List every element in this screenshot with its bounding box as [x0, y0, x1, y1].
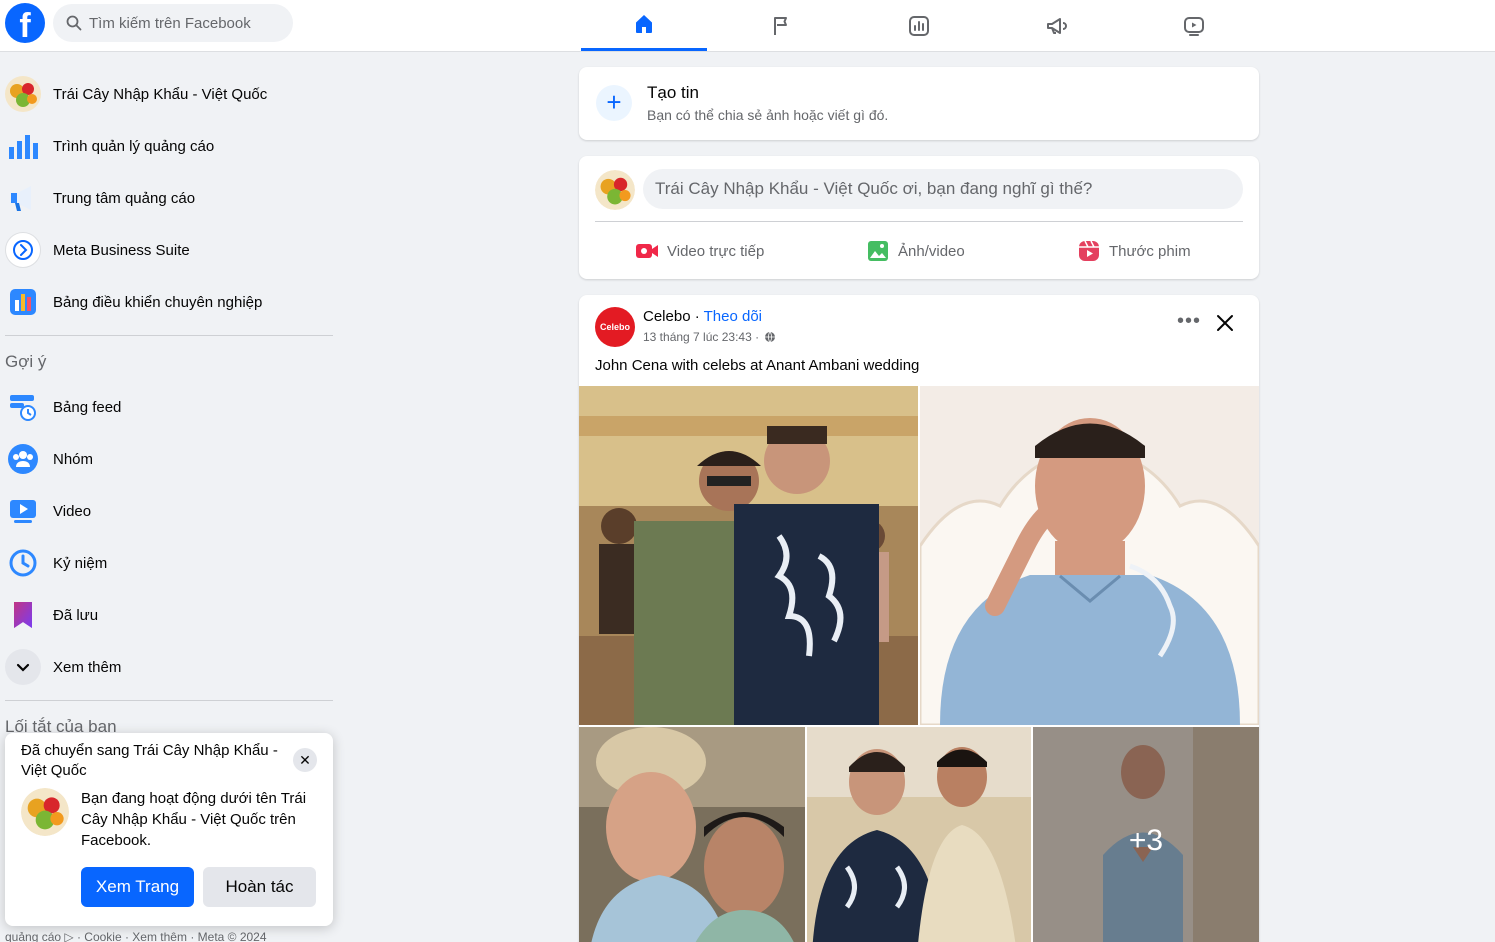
post-photo-2[interactable] [920, 386, 1259, 725]
flag-icon [774, 16, 787, 35]
video-icon [5, 493, 41, 529]
fruit-avatar [595, 170, 635, 210]
reels-button[interactable]: Thước phim [1077, 236, 1191, 266]
create-story-title: Tạo tin [647, 83, 699, 102]
sidebar-item-groups[interactable]: Nhóm [5, 433, 330, 485]
suggest-title: Gợi ý [5, 352, 47, 371]
globe-icon [765, 331, 776, 343]
live-video-button[interactable]: Video trực tiếp [635, 236, 764, 266]
sidebar-item-label: Trung tâm quảng cáo [53, 189, 196, 207]
reels-label: Thước phim [1109, 242, 1191, 260]
photo-video-label: Ảnh/video [898, 242, 965, 260]
sidebar-item-see-more[interactable]: Xem thêm [5, 641, 330, 693]
post-photo-5[interactable]: +3 [1033, 727, 1259, 942]
facebook-logo[interactable]: f [5, 3, 45, 43]
search-box[interactable] [53, 4, 293, 42]
sidebar-item-video[interactable]: Video [5, 485, 330, 537]
insights-icon [909, 15, 929, 36]
sidebar-item-label: Trái Cây Nhập Khẩu - Việt Quốc [53, 85, 268, 103]
create-story-card[interactable]: + Tạo tin Bạn có thể chia sẻ ảnh hoặc vi… [579, 67, 1259, 140]
post-author[interactable]: Celebo [643, 308, 691, 325]
memories-icon [5, 545, 41, 581]
composer-input[interactable] [643, 169, 1243, 209]
chevron-down-icon [5, 649, 41, 685]
photo-icon [868, 241, 888, 261]
sidebar-item-label: Nhóm [53, 450, 94, 468]
tab-video[interactable] [1131, 0, 1257, 51]
post-caption: John Cena with celebs at Anant Ambani we… [595, 357, 920, 374]
separator-dot: · [694, 308, 700, 325]
post-timestamp[interactable]: 13 tháng 7 lúc 23:43 · [643, 330, 759, 344]
sidebar-item-label: Video [53, 502, 92, 520]
footer-links[interactable]: quảng cáo ▷ · Cookie · Xem thêm · Meta ©… [5, 930, 267, 942]
sidebar-item-label: Bảng feed [53, 398, 122, 416]
tab-home[interactable] [581, 0, 707, 51]
sidebar-item-ad-center[interactable]: Trung tâm quảng cáo [5, 172, 330, 224]
plus-icon: + [596, 85, 632, 121]
live-video-label: Video trực tiếp [667, 242, 765, 260]
post-composer: Video trực tiếp Ảnh/video Thước phim [579, 156, 1259, 279]
sidebar-item-label: Kỷ niệm [53, 554, 108, 572]
sidebar-item-saved[interactable]: Đã lưu [5, 589, 330, 641]
tab-pages[interactable] [719, 0, 845, 51]
more-options-icon[interactable]: ••• [1175, 311, 1203, 337]
video-icon [1184, 16, 1204, 36]
feed-icon [5, 389, 41, 425]
post-photo-3[interactable] [579, 727, 805, 942]
photo-video-button[interactable]: Ảnh/video [866, 236, 965, 266]
toast-title: Đã chuyển sang Trái Cây Nhập Khẩu - Việt… [21, 742, 278, 779]
tab-insights[interactable] [856, 0, 982, 51]
sidebar-item-memories[interactable]: Kỷ niệm [5, 537, 330, 589]
megaphone-icon [5, 180, 41, 216]
sidebar-item-label: Bảng điều khiển chuyên nghiệp [53, 293, 263, 311]
reels-icon [1079, 240, 1099, 261]
more-photos-overlay[interactable]: +3 [1033, 727, 1259, 942]
fruit-avatar [21, 788, 69, 836]
sidebar-item-label: Xem thêm [53, 658, 122, 676]
fruit-avatar [5, 76, 41, 112]
megaphone-icon [1047, 17, 1067, 34]
view-page-button[interactable]: Xem Trang [81, 867, 194, 907]
post-photo-4[interactable] [807, 727, 1031, 942]
top-navbar: f [0, 0, 1495, 52]
search-input[interactable] [89, 4, 284, 42]
live-video-icon [636, 244, 658, 258]
sidebar-item-label: Đã lưu [53, 606, 99, 624]
saved-icon [5, 597, 41, 633]
post-header: Celebo · Theo dõi [643, 308, 762, 325]
business-suite-icon [5, 232, 41, 268]
undo-button[interactable]: Hoàn tác [203, 867, 316, 907]
follow-link[interactable]: Theo dõi [704, 308, 762, 325]
close-icon[interactable]: ✕ [293, 748, 317, 772]
tab-ads[interactable] [994, 0, 1120, 51]
post-timestamp-row: 13 tháng 7 lúc 23:43 · [643, 330, 776, 344]
create-story-subtitle: Bạn có thể chia sẻ ảnh hoặc viết gì đó. [647, 107, 889, 123]
dashboard-icon [5, 284, 41, 320]
sidebar-item-page[interactable]: Trái Cây Nhập Khẩu - Việt Quốc [5, 68, 330, 120]
sidebar-item-business-suite[interactable]: Meta Business Suite [5, 224, 330, 276]
sidebar-divider [5, 700, 333, 701]
celebo-avatar[interactable]: Celebo [595, 307, 635, 347]
toast-body: Bạn đang hoạt động dưới tên Trái Cây Nhậ… [81, 790, 307, 849]
sidebar-item-label: Trình quản lý quảng cáo [53, 137, 215, 155]
composer-divider [595, 221, 1243, 222]
feed-post: Celebo Celebo · Theo dõi 13 tháng 7 lúc … [579, 295, 1259, 942]
sidebar-item-pro-dashboard[interactable]: Bảng điều khiển chuyên nghiệp [5, 276, 330, 328]
groups-icon [5, 441, 41, 477]
home-icon [636, 15, 652, 33]
sidebar-item-label: Meta Business Suite [53, 241, 190, 259]
close-icon[interactable] [1213, 311, 1237, 335]
search-icon [66, 15, 82, 31]
sidebar-item-ads-manager[interactable]: Trình quản lý quảng cáo [5, 120, 330, 172]
page-switch-toast: Đã chuyển sang Trái Cây Nhập Khẩu - Việt… [5, 733, 333, 926]
bar-chart-icon [5, 128, 41, 164]
sidebar-divider [5, 335, 333, 336]
post-photo-1[interactable] [579, 386, 918, 725]
sidebar-item-feed[interactable]: Bảng feed [5, 381, 330, 433]
